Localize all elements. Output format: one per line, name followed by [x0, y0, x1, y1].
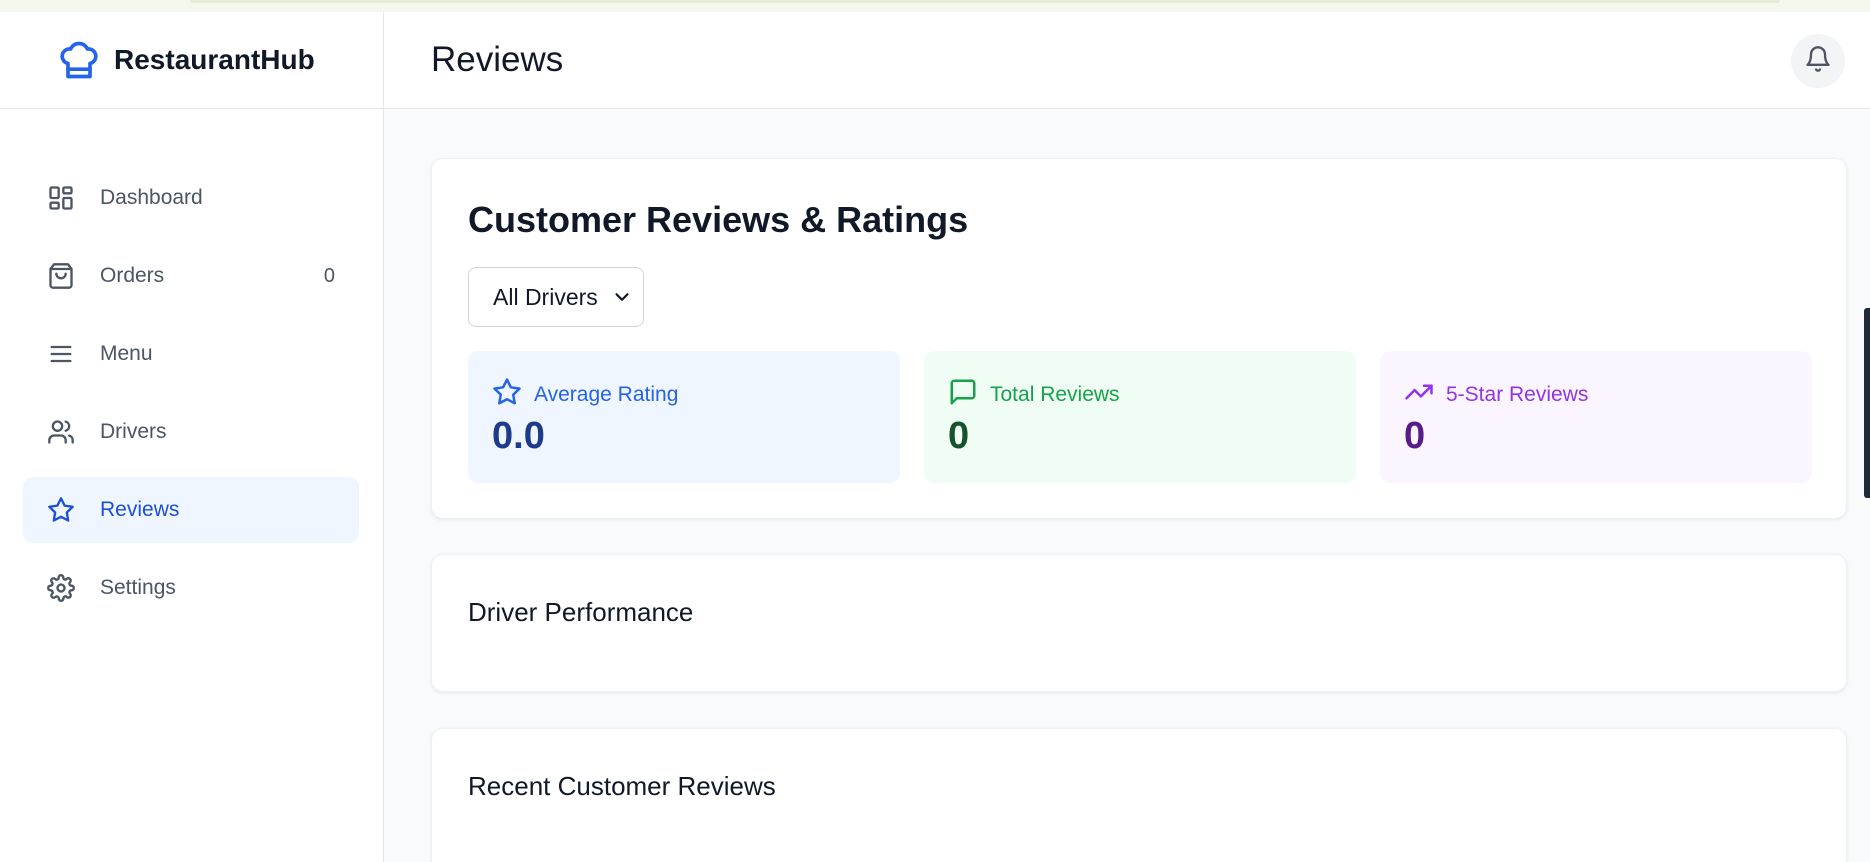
- dashboard-icon: [46, 183, 76, 213]
- sidebar-item-label: Drivers: [100, 420, 167, 443]
- stat-value: 0.0: [492, 415, 545, 457]
- sidebar-item-reviews[interactable]: Reviews: [23, 477, 359, 543]
- sidebar-item-label: Orders: [100, 264, 165, 287]
- page-title: Reviews: [431, 40, 564, 79]
- star-icon: [46, 495, 76, 525]
- sidebar-item-settings[interactable]: Settings: [23, 555, 359, 621]
- chef-hat-icon: [56, 37, 102, 83]
- top-header: Reviews: [384, 12, 1870, 109]
- users-icon: [46, 417, 76, 447]
- reviews-summary-card: Customer Reviews & Ratings All Drivers A…: [431, 158, 1847, 519]
- chevron-down-icon: [611, 286, 633, 314]
- total-reviews-stat: Total Reviews 0: [924, 351, 1356, 483]
- brand-name: RestaurantHub: [114, 44, 315, 75]
- stat-header: Average Rating: [492, 377, 678, 412]
- sidebar-item-orders[interactable]: Orders 0: [23, 243, 359, 309]
- orders-count-badge: 0: [323, 264, 335, 287]
- stat-value: 0: [1404, 415, 1426, 457]
- sidebar-item-menu[interactable]: Menu: [23, 321, 359, 387]
- bell-icon: [1804, 45, 1832, 78]
- shopping-bag-icon: [46, 261, 76, 291]
- star-icon: [492, 377, 522, 412]
- menu-lines-icon: [46, 339, 76, 369]
- driver-filter-select[interactable]: All Drivers: [468, 267, 644, 327]
- browser-top-strip: [0, 0, 1870, 12]
- stat-label: 5-Star Reviews: [1446, 382, 1589, 406]
- stat-header: Total Reviews: [948, 377, 1120, 412]
- stat-label: Average Rating: [534, 382, 679, 406]
- sidebar-item-drivers[interactable]: Drivers: [23, 399, 359, 465]
- stat-label: Total Reviews: [990, 382, 1120, 406]
- top-strip-bar: [190, 0, 1780, 3]
- sidebar-item-label: Menu: [100, 342, 153, 365]
- reviews-heading: Customer Reviews & Ratings: [468, 199, 969, 240]
- trending-up-icon: [1404, 377, 1434, 412]
- sidebar-item-label: Settings: [100, 576, 176, 599]
- sidebar-item-label: Reviews: [100, 498, 180, 521]
- driver-performance-title: Driver Performance: [468, 597, 694, 627]
- scrollbar[interactable]: [1864, 308, 1870, 498]
- average-rating-stat: Average Rating 0.0: [468, 351, 900, 483]
- sidebar-nav: Dashboard Orders 0 Menu Drivers Reviews …: [0, 109, 383, 621]
- driver-filter-value: All Drivers: [493, 283, 598, 310]
- driver-performance-card: Driver Performance: [431, 554, 1847, 692]
- stat-header: 5-Star Reviews: [1404, 377, 1588, 412]
- recent-reviews-title: Recent Customer Reviews: [468, 771, 776, 801]
- recent-reviews-card: Recent Customer Reviews: [431, 728, 1847, 862]
- gear-icon: [46, 573, 76, 603]
- five-star-reviews-stat: 5-Star Reviews 0: [1380, 351, 1812, 483]
- message-square-icon: [948, 377, 978, 412]
- brand[interactable]: RestaurantHub: [0, 12, 383, 109]
- sidebar-item-label: Dashboard: [100, 186, 203, 209]
- stat-value: 0: [948, 415, 970, 457]
- notifications-button[interactable]: [1791, 34, 1845, 88]
- sidebar: RestaurantHub Dashboard Orders 0 Menu Dr…: [0, 12, 384, 862]
- sidebar-item-dashboard[interactable]: Dashboard: [23, 165, 359, 231]
